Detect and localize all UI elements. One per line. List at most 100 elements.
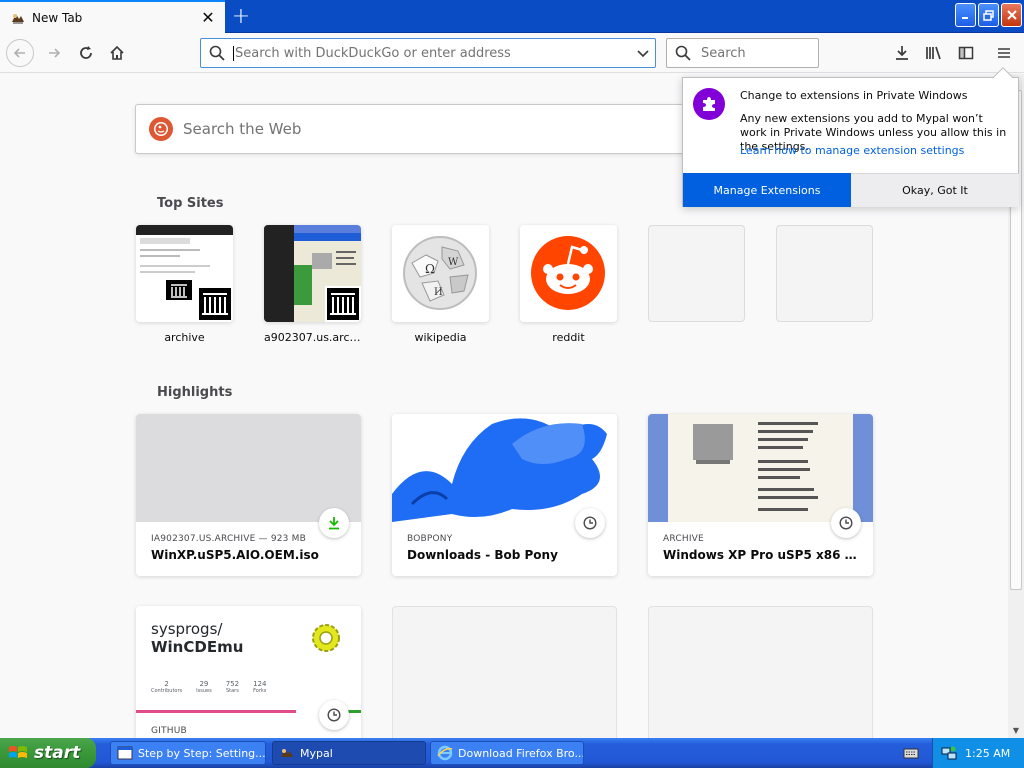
tab-new-tab[interactable]: New Tab ✕ <box>0 0 225 33</box>
navigation-toolbar: Search with DuckDuckGo or enter address … <box>0 33 1024 73</box>
search-icon <box>675 45 691 61</box>
highlight-title: Windows XP Pro uSP5 x86 All-In... <box>663 548 863 562</box>
highlight-title: Downloads - Bob Pony <box>407 548 558 562</box>
url-dropdown-button[interactable] <box>631 41 655 65</box>
repo-stat-value: 29 <box>199 680 209 688</box>
top-site-tile[interactable] <box>136 225 233 322</box>
duckduckgo-icon <box>149 117 173 141</box>
tab-strip: New Tab ✕ + <box>0 0 1024 33</box>
highlight-context: GITHUB <box>151 726 187 736</box>
highlights-heading[interactable]: Highlights <box>157 385 232 400</box>
close-icon <box>1006 10 1017 20</box>
new-tab-button[interactable]: + <box>229 4 253 29</box>
scroll-down-arrow-icon[interactable]: ▼ <box>1008 722 1024 738</box>
top-site-empty-slot[interactable] <box>776 225 873 322</box>
home-icon <box>110 45 124 60</box>
winxp-archive-thumbnail <box>648 414 873 522</box>
highlight-title: WinXP.uSP5.AIO.OEM.iso <box>151 548 319 562</box>
keyboard-icon[interactable] <box>903 745 919 761</box>
text-cursor <box>233 45 234 61</box>
clock-icon <box>583 516 597 530</box>
search-bar[interactable]: Search <box>666 38 819 68</box>
arrow-right-icon <box>49 48 61 58</box>
taskbar-button-label: Mypal <box>300 746 333 760</box>
search-placeholder: Search <box>701 45 746 61</box>
home-button[interactable] <box>103 39 131 67</box>
reddit-icon <box>520 225 617 322</box>
clock-badge <box>319 700 349 730</box>
highlight-card[interactable]: sysprogs/ WinCDEmu 2 Contributors 29 Issue… <box>136 606 361 738</box>
window-app-icon <box>117 746 133 760</box>
system-tray: 1:25 AM <box>932 738 1024 768</box>
top-site-empty-slot[interactable] <box>648 225 745 322</box>
winxp-screenshot-thumbnail <box>264 225 361 322</box>
top-site-tile[interactable] <box>264 225 361 322</box>
learn-more-link[interactable]: Learn how to manage extension settings <box>740 144 964 157</box>
windows-logo-icon <box>9 746 27 758</box>
bobpony-thumbnail <box>392 414 617 522</box>
svg-text:И: И <box>434 287 443 298</box>
tab-title: New Tab <box>32 10 83 25</box>
forward-button[interactable] <box>40 39 68 67</box>
repo-stat-value: 2 <box>164 680 169 688</box>
clock-icon <box>839 516 853 530</box>
taskbar-button-label: Step by Step: Setting... <box>138 746 266 760</box>
address-placeholder: Search with DuckDuckGo or enter address <box>235 45 511 61</box>
gear-icon <box>312 624 340 652</box>
svg-text:W: W <box>448 257 459 268</box>
close-window-button[interactable] <box>1001 3 1022 27</box>
back-button[interactable] <box>6 39 34 67</box>
top-site-tile[interactable] <box>520 225 617 322</box>
taskbar-button[interactable]: Download Firefox Bro... <box>430 741 584 765</box>
top-site-label: archive <box>164 331 205 344</box>
puzzle-piece-icon <box>693 88 725 120</box>
minimize-button[interactable] <box>955 3 976 27</box>
start-button[interactable]: start <box>0 738 96 768</box>
language-bar <box>136 710 296 713</box>
repo-name: WinCDEmu <box>151 638 244 656</box>
downloads-button[interactable] <box>888 39 916 67</box>
clock[interactable]: 1:25 AM <box>965 747 1010 760</box>
reload-button[interactable] <box>72 39 100 67</box>
address-bar[interactable]: Search with DuckDuckGo or enter address <box>200 38 656 68</box>
top-sites-heading[interactable]: Top Sites <box>157 196 224 211</box>
wikipedia-globe-icon: Ω W И <box>392 225 489 322</box>
sidebar-button[interactable] <box>952 39 980 67</box>
repo-stats: 2 Contributors 29 Issues 752 Stars 124 Forks <box>151 680 266 694</box>
restore-button[interactable] <box>978 3 999 27</box>
menu-button[interactable] <box>990 39 1018 67</box>
internet-explorer-icon <box>437 745 453 761</box>
library-button[interactable] <box>920 39 948 67</box>
top-site-label: a902307.us.archi... <box>264 331 361 344</box>
taskbar-button[interactable]: Mypal <box>272 741 426 765</box>
manage-extensions-button[interactable]: Manage Extensions <box>683 173 851 207</box>
repo-stat-label: Issues <box>196 688 212 694</box>
svg-text:Ω: Ω <box>425 262 435 276</box>
highlight-card[interactable]: BOBPONY Downloads - Bob Pony <box>392 414 617 576</box>
clock-icon <box>327 708 341 722</box>
download-icon <box>329 517 339 530</box>
taskbar-button-label: Download Firefox Bro... <box>458 746 584 760</box>
web-search-box[interactable]: Search the Web <box>135 104 755 154</box>
close-tab-icon[interactable]: ✕ <box>197 7 219 29</box>
network-icon[interactable] <box>941 745 957 761</box>
highlight-thumbnail <box>136 414 361 522</box>
download-badge <box>319 508 349 538</box>
highlight-card[interactable]: ARCHIVE Windows XP Pro uSP5 x86 All-In..… <box>648 414 873 576</box>
top-site-tile[interactable]: Ω W И <box>392 225 489 322</box>
highlight-context: ARCHIVE <box>663 534 704 544</box>
chevron-down-icon <box>637 50 649 58</box>
mypal-icon <box>281 749 293 757</box>
repo-stat-label: Forks <box>253 688 267 694</box>
archive-screenshot-thumbnail <box>136 225 233 322</box>
start-label: start <box>34 743 81 763</box>
highlight-card[interactable]: IA902307.US.ARCHIVE — 923 MB WinXP.uSP5.… <box>136 414 361 576</box>
highlight-empty-slot <box>648 606 873 738</box>
repo-stat-label: Stars <box>225 688 239 694</box>
clock-badge <box>831 508 861 538</box>
restore-icon <box>983 9 994 21</box>
arrow-left-icon <box>13 48 25 58</box>
web-search-placeholder: Search the Web <box>183 120 302 138</box>
okay-got-it-button[interactable]: Okay, Got It <box>851 173 1019 207</box>
taskbar-button[interactable]: Step by Step: Setting... <box>110 741 266 765</box>
